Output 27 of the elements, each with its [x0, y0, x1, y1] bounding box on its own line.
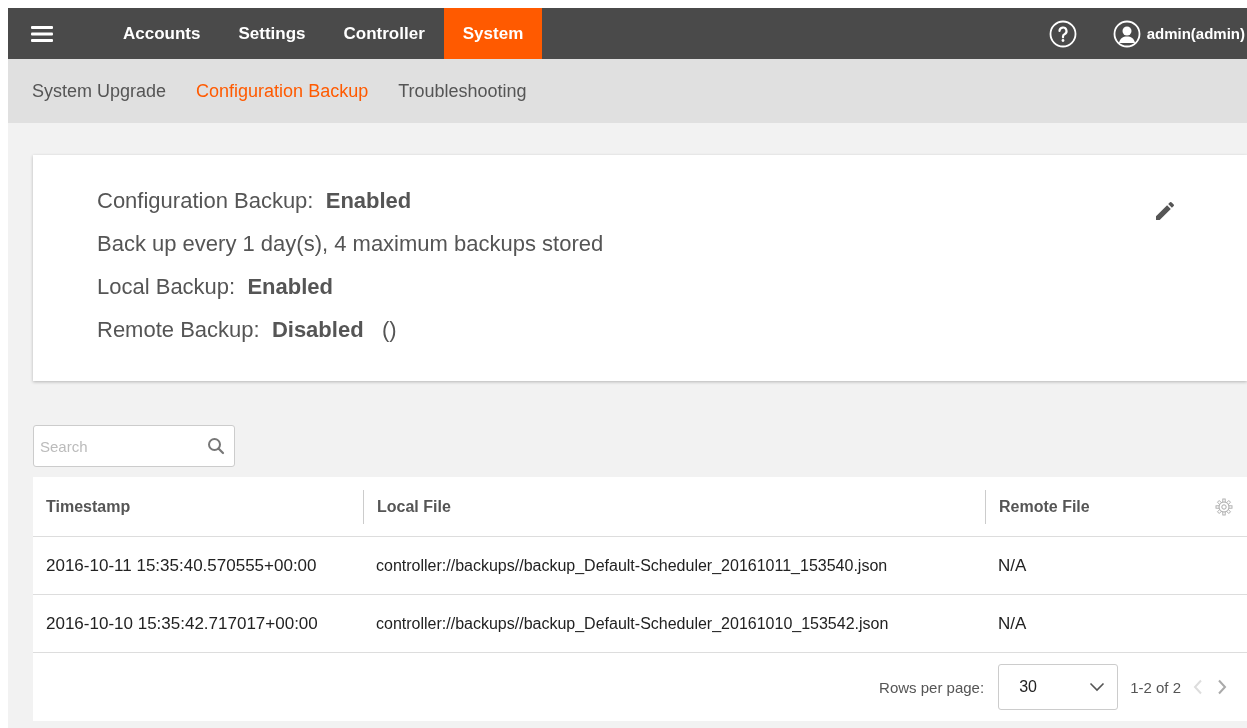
edit-icon[interactable] [1153, 199, 1177, 223]
summary-line: Remote Backup: Disabled () [97, 316, 398, 344]
table-cell-text: controller://backups//backup_Default-Scheduler_20161011_153540.json [375, 556, 889, 575]
nav-tab[interactable]: Accounts [104, 8, 220, 59]
nav-tab[interactable]: Controller [324, 8, 444, 59]
table-cell-text: N/A [997, 613, 1028, 634]
search-icon[interactable] [207, 437, 225, 455]
sub-nav-tab[interactable]: System Upgrade [32, 80, 167, 102]
column-header[interactable]: Local File [377, 489, 451, 524]
column-header[interactable]: Timestamp [46, 489, 131, 524]
rows-per-page-select[interactable]: 30 [998, 664, 1119, 710]
user-icon [1112, 19, 1141, 48]
page-range: 1-2 of 2 [1130, 678, 1181, 696]
user-menu[interactable]: admin(admin) [1112, 8, 1245, 59]
rows-per-page-label: Rows per page: [879, 678, 985, 696]
summary-line: Back up every 1 day(s), 4 maximum backups stored [97, 230, 605, 258]
nav-tab[interactable]: Settings [219, 8, 325, 59]
table-cell-text: 2016-10-11 15:35:40.570555+00:00 [45, 555, 318, 576]
column-header[interactable]: Remote File [999, 489, 1090, 524]
chevron-down-icon [1089, 682, 1106, 692]
table-cell-text: N/A [997, 555, 1028, 576]
table-cell-text: 2016-10-10 15:35:42.717017+00:00 [45, 613, 319, 634]
search-field[interactable]: Search [33, 425, 235, 467]
table-cell-text: controller://backups//backup_Default-Scheduler_20161010_153542.json [375, 614, 890, 633]
summary-line: Configuration Backup: Enabled [97, 187, 413, 215]
summary-line: Local Backup: Enabled [97, 273, 334, 301]
sub-nav-tab[interactable]: Troubleshooting [398, 80, 527, 102]
